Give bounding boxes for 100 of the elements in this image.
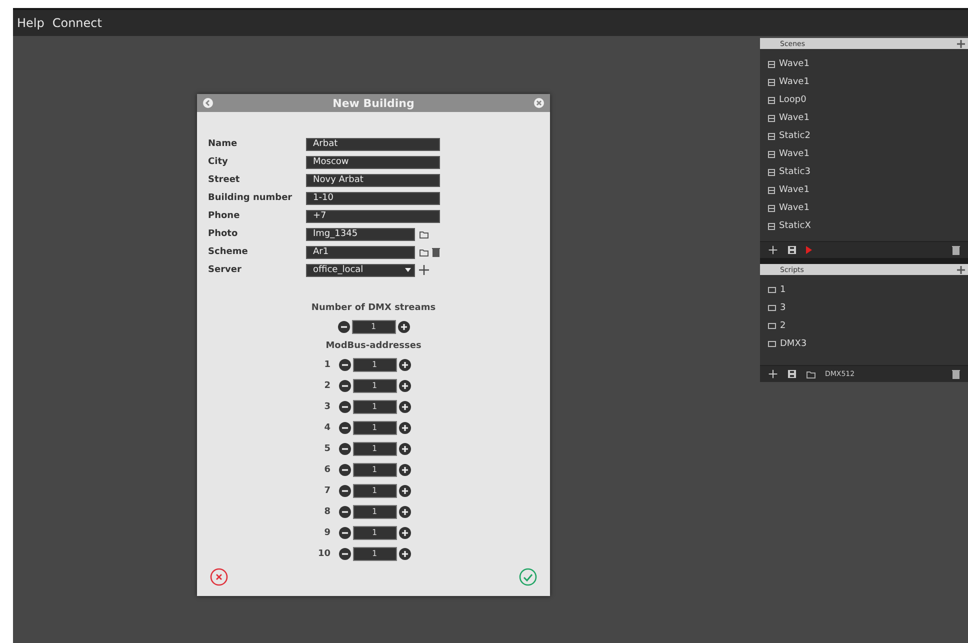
scene-item[interactable]: Wave1 (768, 181, 968, 199)
scene-icon (768, 168, 775, 176)
field-label: Phone (208, 211, 241, 221)
scene-item[interactable]: Static2 (768, 127, 968, 145)
number-field[interactable]: 1 (352, 358, 396, 372)
menu-item[interactable]: Connect (52, 16, 102, 30)
scene-item[interactable]: Static3 (768, 163, 968, 181)
back-icon[interactable] (203, 98, 213, 108)
scene-item[interactable]: StaticX (768, 217, 968, 235)
number-field[interactable]: 1 (352, 420, 396, 434)
input-field[interactable]: Arbat (306, 138, 440, 150)
number-field[interactable]: 1 (352, 462, 396, 476)
dialog-title: New Building (332, 96, 414, 110)
decrement-button[interactable] (338, 380, 350, 392)
increment-button[interactable] (398, 380, 410, 392)
number-field[interactable]: 1 (352, 442, 396, 456)
script-item[interactable]: 3 (768, 299, 968, 317)
increment-button[interactable] (398, 526, 410, 538)
field-label: Street (208, 175, 241, 185)
decrement-button[interactable] (338, 442, 350, 454)
decrement-button[interactable] (338, 506, 350, 518)
row-number: 2 (323, 380, 330, 390)
number-field[interactable]: 1 (352, 526, 396, 540)
number-field[interactable]: 1 (352, 546, 396, 560)
row-number: 10 (316, 548, 330, 558)
move-icon[interactable] (957, 40, 965, 48)
scene-item[interactable]: Wave1 (768, 199, 968, 217)
move-icon[interactable] (957, 266, 965, 274)
save-icon[interactable] (787, 245, 797, 255)
input-field[interactable]: Novy Arbat (306, 174, 440, 186)
field-label: Photo (208, 229, 239, 239)
row-number: 5 (323, 444, 330, 454)
section-heading: ModBus-addresses (326, 341, 422, 351)
increment-button[interactable] (398, 320, 410, 332)
row-number: 9 (323, 528, 330, 538)
field-label: Building number (208, 193, 294, 203)
server-dropdown[interactable]: office_local (306, 264, 415, 276)
increment-button[interactable] (398, 422, 410, 434)
number-field[interactable]: 1 (352, 504, 396, 518)
row-number: 1 (323, 360, 330, 370)
scene-item[interactable]: Wave1 (768, 55, 968, 73)
confirm-button[interactable] (519, 568, 537, 586)
trash-icon[interactable] (952, 245, 960, 255)
menu-item[interactable]: Help (17, 16, 44, 30)
scene-icon (768, 222, 775, 230)
scene-item[interactable]: Wave1 (768, 109, 968, 127)
increment-button[interactable] (398, 506, 410, 518)
caret-icon (405, 268, 411, 272)
trash-icon[interactable] (952, 369, 960, 379)
scene-item[interactable]: Wave1 (768, 145, 968, 163)
save-icon[interactable] (787, 369, 797, 379)
scene-item[interactable]: Loop0 (768, 91, 968, 109)
scene-icon (768, 96, 775, 104)
decrement-button[interactable] (338, 320, 350, 332)
input-field[interactable]: Ar1 (306, 246, 415, 258)
increment-button[interactable] (398, 442, 410, 454)
scene-item[interactable]: Wave1 (768, 73, 968, 91)
script-item[interactable]: 1 (768, 281, 968, 299)
close-icon[interactable] (534, 98, 544, 108)
field-label: City (208, 157, 229, 167)
decrement-button[interactable] (338, 358, 350, 370)
scene-icon (768, 204, 775, 212)
script-icon (768, 305, 776, 311)
input-field[interactable]: Moscow (306, 156, 440, 168)
increment-button[interactable] (398, 548, 410, 560)
increment-button[interactable] (398, 400, 410, 412)
play-icon[interactable] (806, 246, 812, 254)
plus-icon[interactable] (418, 264, 430, 276)
field-label: Scheme (208, 247, 249, 257)
input-field[interactable]: Img_1345 (306, 228, 415, 240)
number-field[interactable]: 1 (352, 320, 396, 334)
number-field[interactable]: 1 (352, 484, 396, 498)
decrement-button[interactable] (338, 400, 350, 412)
scene-icon (768, 78, 775, 86)
cancel-button[interactable] (210, 568, 228, 586)
input-field[interactable]: 1-10 (306, 192, 440, 204)
increment-button[interactable] (398, 464, 410, 476)
decrement-button[interactable] (338, 548, 350, 560)
trash-icon[interactable] (432, 247, 440, 257)
script-item[interactable]: 2 (768, 317, 968, 335)
script-item[interactable]: DMX3 (768, 335, 968, 353)
increment-button[interactable] (398, 358, 410, 370)
decrement-button[interactable] (338, 484, 350, 496)
scene-icon (768, 60, 775, 68)
increment-button[interactable] (398, 484, 410, 496)
folder-icon[interactable] (806, 370, 816, 378)
row-number: 4 (323, 422, 330, 432)
script-icon (768, 341, 776, 347)
number-field[interactable]: 1 (352, 378, 396, 392)
field-label: Name (208, 139, 238, 149)
section-heading: Number of DMX streams (311, 303, 436, 313)
number-field[interactable]: 1 (352, 400, 396, 414)
field-value: Img_1345 (313, 229, 358, 239)
script-icon (768, 323, 776, 329)
input-field[interactable]: +7 (306, 210, 440, 222)
decrement-button[interactable] (338, 526, 350, 538)
decrement-button[interactable] (338, 464, 350, 476)
field-label: Server (208, 265, 242, 275)
field-value: Ar1 (313, 247, 329, 257)
decrement-button[interactable] (338, 422, 350, 434)
